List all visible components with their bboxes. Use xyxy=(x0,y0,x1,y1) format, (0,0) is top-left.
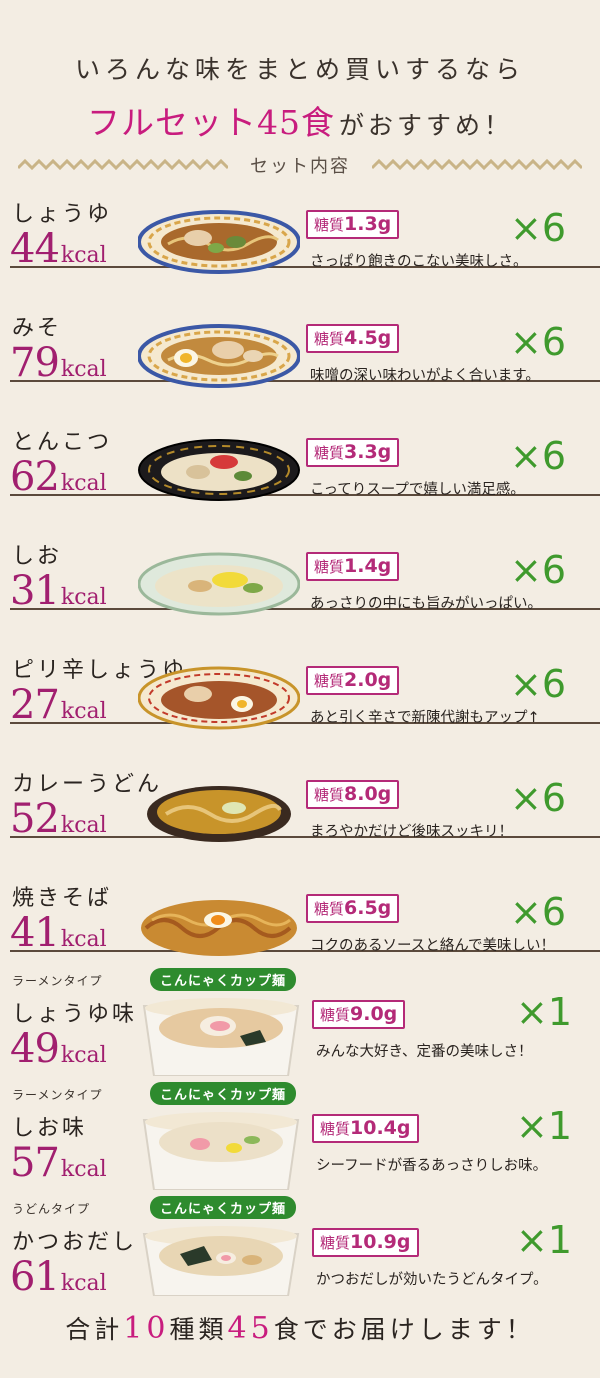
product-name: しょうゆ味 xyxy=(12,1002,138,1027)
product-item-shoyu: しょうゆ 44kcal 糖質1.3g さっぱり飽きのこない美味しさ。 ×6 xyxy=(0,190,600,306)
ramen-bowl-image xyxy=(138,324,300,388)
product-type-label: うどんタイプ xyxy=(12,1202,91,1216)
product-description: シーフードが香るあっさりしお味。 xyxy=(316,1158,548,1174)
product-description: 味噌の深い味わいがよく合います。 xyxy=(310,368,540,384)
product-item-curry-udon: カレーうどん 52kcal 糖質8.0g まろやかだけど後味スッキリ！ ×6 xyxy=(0,760,600,876)
footer-kinds-label: 種類 xyxy=(169,1315,228,1344)
ramen-bowl-image xyxy=(138,552,300,616)
product-type-label: ラーメンタイプ xyxy=(12,1088,103,1102)
product-name: 焼きそば xyxy=(12,886,113,911)
product-kcal: 61kcal xyxy=(10,1254,107,1300)
product-name: しお xyxy=(12,544,63,569)
product-quantity: ×6 xyxy=(510,320,567,364)
yakisoba-image xyxy=(141,900,297,956)
product-item-tonkotsu: とんこつ 62kcal 糖質3.3g こってりスープで嬉しい満足感。 ×6 xyxy=(0,418,600,534)
product-description: まろやかだけど後味スッキリ！ xyxy=(310,824,513,840)
product-name: しお味 xyxy=(12,1116,88,1141)
footer-kinds-number: 10 xyxy=(123,1311,170,1346)
product-quantity: ×1 xyxy=(516,1218,573,1262)
sugar-badge: 糖質4.5g xyxy=(306,324,400,353)
product-name: とんこつ xyxy=(12,430,113,455)
ramen-bowl-image xyxy=(138,439,300,501)
cup-noodle-image xyxy=(142,998,300,1076)
product-item-shio: しお 31kcal 糖質1.4g あっさりの中にも旨みがいっぱい。 ×6 xyxy=(0,532,600,648)
product-name: みそ xyxy=(12,316,63,341)
sugar-badge: 糖質2.0g xyxy=(306,666,400,695)
product-quantity: ×1 xyxy=(516,1104,573,1148)
product-kcal: 49kcal xyxy=(10,1026,107,1072)
product-kcal: 57kcal xyxy=(10,1140,107,1186)
ramen-bowl-image xyxy=(138,666,300,730)
konnyaku-badge: こんにゃくカップ麺 xyxy=(150,968,297,991)
product-description: コクのあるソースと絡んで美味しい！ xyxy=(310,938,556,954)
product-quantity: ×6 xyxy=(510,890,567,934)
product-description: さっぱり飽きのこない美味しさ。 xyxy=(310,254,528,270)
set-contents-divider: セット内容 xyxy=(0,150,600,180)
product-quantity: ×6 xyxy=(510,776,567,820)
product-quantity: ×6 xyxy=(510,662,567,706)
product-name: かつおだし xyxy=(12,1230,138,1255)
sugar-badge: 糖質1.4g xyxy=(306,552,400,581)
product-quantity: ×6 xyxy=(510,548,567,592)
sugar-badge: 糖質3.3g xyxy=(306,438,400,467)
konnyaku-badge: こんにゃくカップ麺 xyxy=(150,1196,297,1219)
header-highlight: フルセット45食 xyxy=(86,103,335,142)
ramen-bowl-image xyxy=(138,210,300,274)
product-item-miso: みそ 79kcal 糖質4.5g 味噌の深い味わいがよく合います。 ×6 xyxy=(0,304,600,420)
product-quantity: ×6 xyxy=(510,434,567,478)
zigzag-right-decoration xyxy=(372,158,582,171)
ramen-bowl-image xyxy=(147,786,291,842)
product-item-spicy-shoyu: ピリ辛しょうゆ 27kcal 糖質2.0g あと引く辛さで新陳代謝もアップ↑ ×… xyxy=(0,646,600,762)
header-line2: フルセット45食 がおすすめ！ xyxy=(0,96,600,144)
konnyaku-badge: こんにゃくカップ麺 xyxy=(150,1082,297,1105)
summary-footer: 合計10種類45食でお届けします！ xyxy=(0,1310,600,1346)
product-description: あっさりの中にも旨みがいっぱい。 xyxy=(310,596,542,612)
sugar-badge: 糖質8.0g xyxy=(306,780,400,809)
product-quantity: ×1 xyxy=(516,990,573,1034)
product-name: しょうゆ xyxy=(12,202,113,227)
sugar-badge: 糖質1.3g xyxy=(306,210,400,239)
footer-meals-number: 45 xyxy=(227,1311,274,1346)
sugar-badge: 糖質10.9g xyxy=(312,1228,419,1257)
header-line1: いろんな味をまとめ買いするなら xyxy=(74,55,525,84)
sugar-badge: 糖質9.0g xyxy=(312,1000,406,1029)
product-description: あと引く辛さで新陳代謝もアップ↑ xyxy=(310,710,540,726)
sugar-badge: 糖質6.5g xyxy=(306,894,400,923)
product-quantity: ×6 xyxy=(510,206,567,250)
cup-noodle-image xyxy=(142,1226,300,1296)
sugar-badge: 糖質10.4g xyxy=(312,1114,419,1143)
footer-suffix: 食でお届けします！ xyxy=(273,1315,535,1344)
product-description: みんな大好き、定番の美味しさ！ xyxy=(316,1044,533,1060)
cup-noodle-image xyxy=(142,1112,300,1190)
product-description: こってりスープで嬉しい満足感。 xyxy=(310,482,525,498)
product-type-label: ラーメンタイプ xyxy=(12,974,103,988)
footer-prefix: 合計 xyxy=(65,1315,124,1344)
product-description: かつおだしが効いたうどんタイプ。 xyxy=(316,1272,548,1288)
header-line2-rest: がおすすめ！ xyxy=(338,111,513,140)
